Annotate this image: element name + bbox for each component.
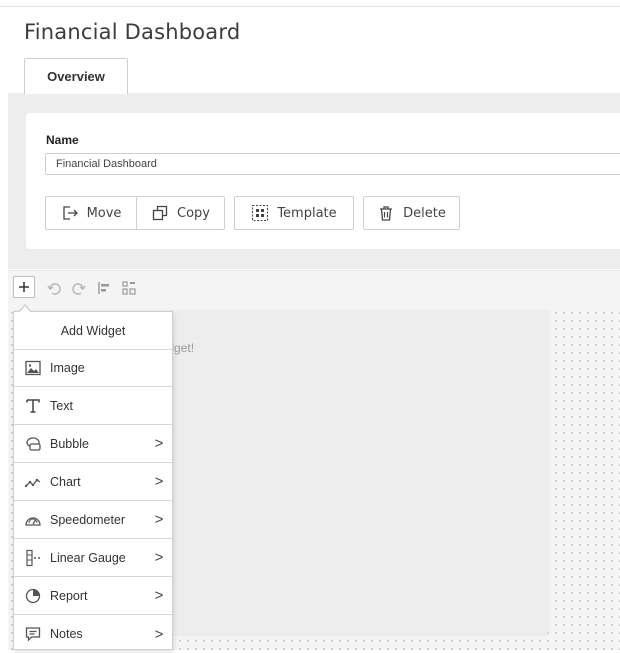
template-label: Template [277, 205, 337, 221]
menu-item-label: Linear Gauge [50, 550, 126, 565]
template-button[interactable]: Template [234, 196, 354, 230]
speedometer-icon [25, 516, 41, 526]
menu-item-bubble[interactable]: Bubble > [14, 425, 172, 463]
menu-item-chart[interactable]: Chart > [14, 463, 172, 501]
menu-item-image[interactable]: Image [14, 349, 172, 387]
copy-icon [152, 205, 168, 221]
name-input[interactable]: Financial Dashboard [45, 153, 620, 175]
trash-icon [380, 206, 393, 221]
submenu-arrow: > [154, 511, 164, 528]
bubble-icon [26, 436, 41, 451]
move-label: Move [86, 205, 122, 221]
menu-caret-inner [19, 306, 31, 313]
submenu-arrow: > [154, 435, 164, 452]
add-icon [19, 282, 29, 292]
redo-button[interactable] [69, 278, 89, 298]
add-widget-menu: Add Widget Image Text Bubble > Chart > S… [13, 311, 173, 650]
template-icon [252, 204, 269, 222]
menu-item-label: Chart [50, 474, 81, 489]
page-title: Financial Dashboard [24, 20, 241, 44]
submenu-arrow: > [154, 473, 164, 490]
add-widget-menu-title: Add Widget [14, 312, 172, 350]
menu-item-speedometer[interactable]: Speedometer > [14, 501, 172, 539]
top-divider [0, 6, 620, 7]
layout-icon [122, 281, 136, 295]
align-button[interactable] [94, 278, 114, 298]
move-button[interactable]: Move [45, 196, 137, 230]
menu-item-label: Speedometer [50, 512, 126, 527]
submenu-arrow: > [154, 625, 164, 643]
delete-label: Delete [403, 205, 446, 221]
menu-item-linear-gauge[interactable]: Linear Gauge > [14, 539, 172, 577]
menu-item-label: Notes [50, 627, 83, 641]
report-icon [25, 588, 41, 603]
image-icon [25, 360, 41, 375]
submenu-arrow: > [154, 549, 164, 566]
menu-item-report[interactable]: Report > [14, 577, 172, 615]
menu-item-notes[interactable]: Notes > [14, 615, 172, 653]
chart-icon [24, 478, 41, 487]
tab-overview-label: Overview [47, 69, 105, 84]
undo-button[interactable] [44, 278, 64, 298]
align-icon [98, 282, 109, 294]
add-widget-button[interactable] [13, 276, 35, 298]
menu-item-label: Image [50, 360, 85, 375]
name-label: Name [46, 133, 79, 147]
menu-item-label: Report [50, 588, 88, 603]
notes-icon [25, 627, 41, 642]
move-icon [62, 206, 78, 220]
menu-item-text[interactable]: Text [14, 387, 172, 425]
tab-overview[interactable]: Overview [24, 58, 128, 94]
copy-button[interactable]: Copy [136, 196, 225, 230]
linear-gauge-icon [26, 549, 40, 566]
delete-button[interactable]: Delete [363, 196, 460, 230]
text-icon [26, 398, 40, 413]
redo-icon [72, 283, 86, 295]
menu-item-label: Text [50, 398, 73, 413]
menu-item-label: Bubble [50, 436, 89, 451]
layout-button[interactable] [119, 278, 139, 298]
submenu-arrow: > [154, 587, 164, 604]
undo-icon [47, 283, 61, 295]
copy-label: Copy [177, 205, 210, 221]
